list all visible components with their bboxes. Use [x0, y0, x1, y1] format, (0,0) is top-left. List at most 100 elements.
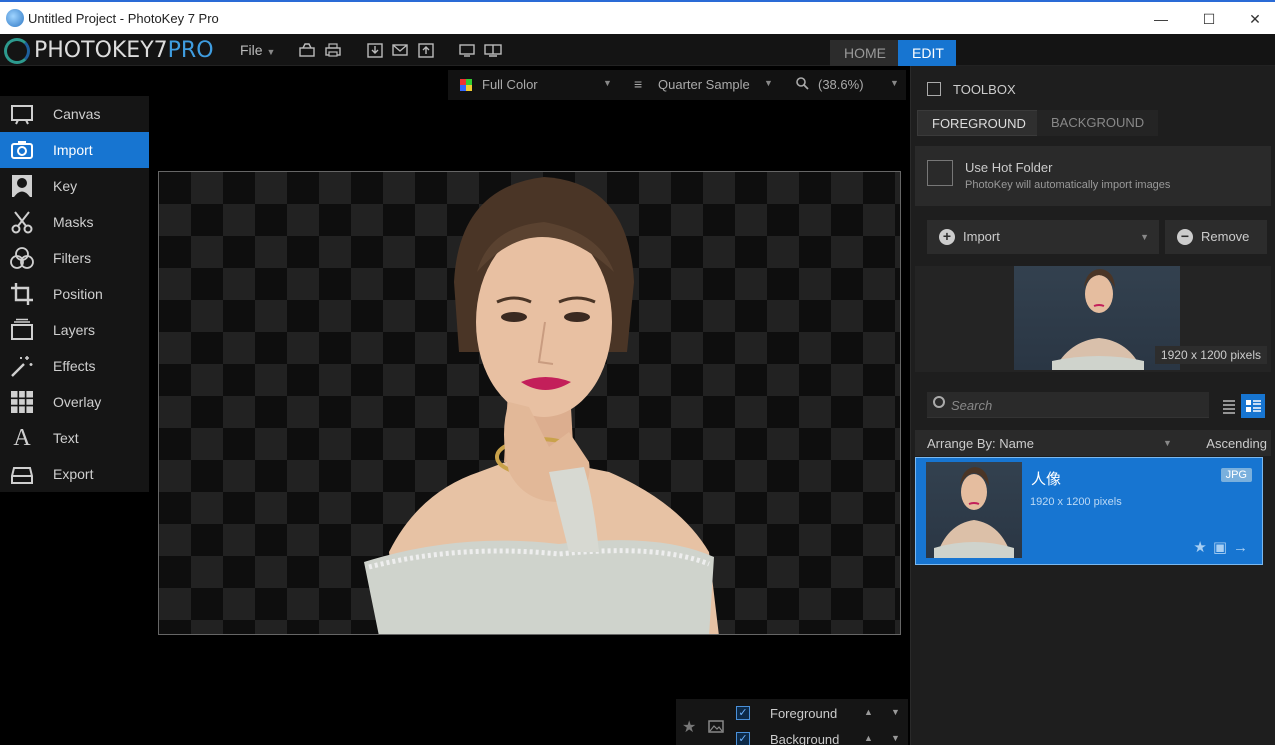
dual-monitor-icon[interactable]	[484, 42, 502, 58]
file-menu-label: File	[240, 42, 263, 58]
person-icon	[10, 174, 34, 198]
sidebar-item-label: Masks	[53, 214, 94, 230]
crop-icon	[10, 282, 34, 306]
detail-view-icon[interactable]	[1241, 394, 1265, 418]
move-up-icon[interactable]: ▲	[864, 733, 873, 743]
move-up-icon[interactable]: ▲	[864, 707, 873, 717]
text-icon: A	[13, 425, 31, 451]
foreground-checkbox[interactable]: ✓	[736, 706, 750, 720]
close-button[interactable]: ✕	[1232, 8, 1275, 30]
monitor-icon[interactable]	[458, 42, 476, 58]
image-preview: 1920 x 1200 pixels	[915, 266, 1271, 372]
chevron-down-icon[interactable]: ▼	[1140, 232, 1149, 242]
toolbox-title: TOOLBOX	[953, 82, 1016, 97]
toolbox-panel: TOOLBOX FOREGROUND BACKGROUND Use Hot Fo…	[910, 66, 1275, 745]
export-icon[interactable]	[417, 42, 435, 58]
zoom-icon	[796, 77, 809, 93]
item-actions: ★▣→	[1193, 538, 1254, 556]
image-icon[interactable]	[708, 719, 724, 736]
layer-name: Background	[770, 732, 840, 745]
chevron-down-icon[interactable]: ▼	[603, 78, 612, 88]
print-icon[interactable]	[324, 42, 342, 58]
sidebar-item-export[interactable]: Export	[0, 456, 149, 492]
sample-select[interactable]: Quarter Sample	[658, 77, 750, 92]
sidebar-item-overlay[interactable]: Overlay	[0, 384, 149, 420]
sidebar: Canvas Import Key Masks Filters Position…	[0, 96, 149, 492]
chevron-down-icon[interactable]: ▼	[890, 78, 899, 88]
title-bar: Untitled Project - PhotoKey 7 Pro — ☐ ✕	[0, 0, 1275, 34]
sidebar-item-label: Key	[53, 178, 78, 194]
tab-background[interactable]: BACKGROUND	[1037, 110, 1159, 136]
image-icon[interactable]: ▣	[1213, 539, 1233, 556]
new-file-icon[interactable]	[298, 42, 316, 58]
app-logo: PHOTOKEY7PRO	[0, 34, 225, 66]
arrow-right-icon[interactable]: →	[1233, 539, 1254, 556]
remove-button[interactable]: − Remove	[1165, 220, 1267, 254]
sidebar-item-layers[interactable]: Layers	[0, 312, 149, 348]
list-item[interactable]: 人像 1920 x 1200 pixels JPG ★▣→	[915, 457, 1263, 565]
sidebar-item-key[interactable]: Key	[0, 168, 149, 204]
foreground-image	[364, 177, 719, 634]
star-icon[interactable]: ★	[1193, 539, 1212, 556]
hot-folder-option: Use Hot Folder PhotoKey will automatical…	[915, 146, 1271, 206]
search-input[interactable]: Search	[951, 398, 992, 413]
sort-order[interactable]: Ascending	[1206, 436, 1267, 451]
popout-icon[interactable]	[927, 82, 941, 96]
toolbox-header: TOOLBOX	[911, 74, 1275, 104]
layer-name: Foreground	[770, 706, 838, 721]
sidebar-item-filters[interactable]: Filters	[0, 240, 149, 276]
minus-icon: −	[1177, 229, 1193, 245]
hot-folder-checkbox[interactable]	[927, 160, 953, 186]
chevron-down-icon: ▼	[266, 47, 276, 57]
sidebar-item-masks[interactable]: Masks	[0, 204, 149, 240]
sidebar-item-label: Overlay	[53, 394, 102, 410]
save-icon[interactable]	[366, 42, 384, 58]
scissors-icon	[10, 210, 34, 234]
window-title: Untitled Project - PhotoKey 7 Pro	[28, 11, 219, 26]
maximize-button[interactable]: ☐	[1186, 8, 1232, 30]
sidebar-item-text[interactable]: A Text	[0, 420, 149, 456]
import-button[interactable]: + Import ▼	[927, 220, 1159, 254]
background-checkbox[interactable]: ✓	[736, 732, 750, 745]
color-mode-select[interactable]: Full Color	[482, 77, 538, 92]
sidebar-item-import[interactable]: Import	[0, 132, 149, 168]
import-button-label: Import	[963, 229, 1000, 244]
format-badge: JPG	[1220, 468, 1252, 482]
hot-folder-description: PhotoKey will automatically import image…	[965, 179, 1171, 191]
logo-pro: PRO	[167, 38, 214, 63]
file-menu[interactable]: File ▼	[240, 42, 275, 58]
canvas-area[interactable]	[158, 171, 901, 635]
logo-text: PHOTOKEY7	[34, 38, 168, 63]
tab-edit[interactable]: EDIT	[898, 40, 956, 66]
sidebar-item-position[interactable]: Position	[0, 276, 149, 312]
chevron-down-icon[interactable]: ▼	[891, 733, 900, 743]
filters-icon	[10, 246, 34, 270]
export-icon	[10, 462, 34, 486]
chevron-down-icon[interactable]: ▼	[764, 78, 773, 88]
tab-home[interactable]: HOME	[830, 40, 900, 66]
minimize-button[interactable]: —	[1138, 8, 1184, 30]
hot-folder-title: Use Hot Folder	[965, 160, 1053, 175]
sidebar-item-canvas[interactable]: Canvas	[0, 96, 149, 132]
item-thumbnail	[926, 462, 1022, 558]
view-controls: Full Color ▼ ≡ Quarter Sample ▼ (38.6%) …	[448, 70, 906, 100]
item-dimensions: 1920 x 1200 pixels	[1030, 496, 1122, 508]
chevron-down-icon[interactable]: ▼	[1163, 438, 1172, 448]
layer-row-foreground: ✓ Foreground ▲ ▼	[730, 701, 908, 725]
chevron-down-icon[interactable]: ▼	[891, 707, 900, 717]
layer-row-background: ✓ Background ▲ ▼	[730, 727, 908, 745]
menu-bar: PHOTOKEY7PRO File ▼ HOME EDIT	[0, 34, 1275, 66]
star-icon[interactable]: ★	[682, 717, 696, 737]
email-icon[interactable]	[391, 42, 409, 58]
sidebar-item-label: Layers	[53, 322, 96, 338]
arrange-by-select[interactable]: Arrange By: Name	[927, 436, 1034, 451]
sidebar-item-label: Effects	[53, 358, 96, 374]
arrange-bar: Arrange By: Name ▼ Ascending	[915, 430, 1271, 456]
zoom-level[interactable]: (38.6%)	[818, 77, 864, 92]
list-view-icon[interactable]	[1217, 394, 1241, 418]
search-field[interactable]: Search	[927, 392, 1209, 418]
layer-controls: ★ ✓ Foreground ▲ ▼ ✓ Background ▲ ▼	[676, 699, 908, 745]
tab-foreground[interactable]: FOREGROUND	[917, 110, 1041, 136]
canvas-icon	[10, 102, 34, 126]
sidebar-item-effects[interactable]: Effects	[0, 348, 149, 384]
